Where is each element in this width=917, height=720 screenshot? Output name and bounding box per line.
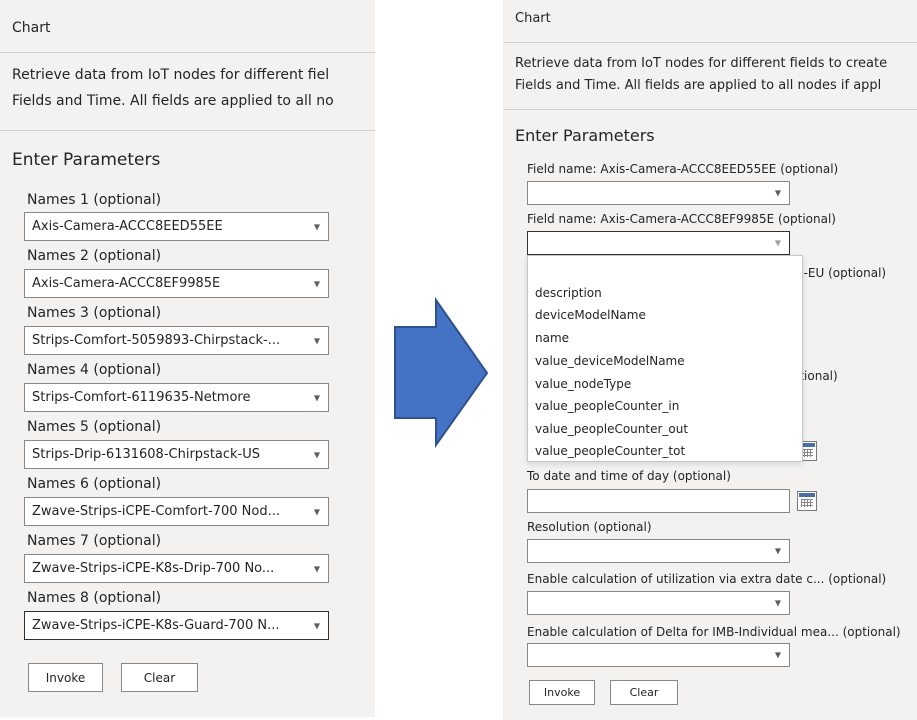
field-name-1-dropdown[interactable]: ▼ — [527, 181, 790, 205]
dropdown-option-value-nodetype[interactable]: value_nodeType — [535, 377, 631, 391]
dropdown-option-value-devicemodelname[interactable]: value_deviceModelName — [535, 354, 685, 368]
field-name-1-label: Field name: Axis-Camera-ACCC8EED55EE (op… — [527, 162, 839, 176]
chevron-down-icon: ▼ — [313, 507, 320, 516]
names-7-value: Zwave-Strips-iCPE-K8s-Drip-700 No... — [32, 561, 275, 576]
chevron-down-icon: ▼ — [774, 598, 781, 608]
dropdown-option-description[interactable]: description — [535, 286, 602, 300]
chevron-down-icon: ▼ — [313, 564, 320, 573]
names-2-label: Names 2 (optional) — [27, 248, 162, 264]
title-separator — [0, 52, 375, 53]
field-name-2-dropdown[interactable]: ▼ — [527, 231, 790, 255]
description-line-1: Retrieve data from IoT nodes for differe… — [515, 56, 888, 71]
dropdown-option-value-peoplecounter-in[interactable]: value_peopleCounter_in — [535, 399, 679, 413]
section-title: Enter Parameters — [12, 150, 161, 170]
resolution-dropdown[interactable]: ▼ — [527, 539, 790, 563]
clear-button[interactable]: Clear — [121, 663, 198, 692]
chevron-down-icon: ▼ — [774, 188, 781, 198]
to-date-input[interactable] — [527, 489, 790, 513]
names-5-dropdown[interactable]: Strips-Drip-6131608-Chirpstack-US ▼ — [24, 440, 329, 469]
names-3-dropdown[interactable]: Strips-Comfort-5059893-Chirpstack-... ▼ — [24, 326, 329, 355]
names-4-value: Strips-Comfort-6119635-Netmore — [32, 390, 251, 405]
names-3-value: Strips-Comfort-5059893-Chirpstack-... — [32, 333, 281, 348]
description-separator — [0, 130, 375, 131]
names-7-label: Names 7 (optional) — [27, 533, 162, 549]
names-8-value: Zwave-Strips-iCPE-K8s-Guard-700 N... — [32, 618, 280, 633]
names-8-dropdown[interactable]: Zwave-Strips-iCPE-K8s-Guard-700 N... ▼ — [24, 611, 329, 640]
panel-title: Chart — [12, 20, 51, 36]
panel-title: Chart — [515, 11, 551, 26]
left-parameter-panel: Chart Retrieve data from IoT nodes for d… — [0, 0, 375, 717]
invoke-button[interactable]: Invoke — [28, 663, 103, 692]
right-parameter-panel: Chart Retrieve data from IoT nodes for d… — [503, 0, 917, 720]
to-date-label: To date and time of day (optional) — [527, 469, 731, 483]
description-line-1: Retrieve data from IoT nodes for differe… — [12, 67, 330, 83]
names-6-value: Zwave-Strips-iCPE-Comfort-700 Nod... — [32, 504, 280, 519]
utilization-dropdown[interactable]: ▼ — [527, 591, 790, 615]
names-6-dropdown[interactable]: Zwave-Strips-iCPE-Comfort-700 Nod... ▼ — [24, 497, 329, 526]
description-separator — [503, 109, 917, 110]
description-line-2: Fields and Time. All fields are applied … — [515, 78, 882, 93]
dropdown-option-devicemodelname[interactable]: deviceModelName — [535, 308, 646, 322]
chevron-down-icon: ▼ — [313, 450, 320, 459]
delta-dropdown[interactable]: ▼ — [527, 643, 790, 667]
names-4-label: Names 4 (optional) — [27, 362, 162, 378]
chevron-down-icon: ▼ — [313, 621, 320, 630]
chevron-down-icon: ▼ — [313, 336, 320, 345]
clear-button[interactable]: Clear — [610, 680, 678, 705]
names-6-label: Names 6 (optional) — [27, 476, 162, 492]
names-2-dropdown[interactable]: Axis-Camera-ACCC8EF9985E ▼ — [24, 269, 329, 298]
resolution-label: Resolution (optional) — [527, 520, 652, 534]
names-4-dropdown[interactable]: Strips-Comfort-6119635-Netmore ▼ — [24, 383, 329, 412]
names-7-dropdown[interactable]: Zwave-Strips-iCPE-K8s-Drip-700 No... ▼ — [24, 554, 329, 583]
dropdown-option-name[interactable]: name — [535, 331, 569, 345]
field-name-2-options-list: description deviceModelName name value_d… — [527, 255, 803, 462]
chevron-down-icon: ▼ — [313, 393, 320, 402]
description-line-2: Fields and Time. All fields are applied … — [12, 93, 334, 109]
dropdown-option-value-peoplecounter-out[interactable]: value_peopleCounter_out — [535, 422, 688, 436]
names-5-label: Names 5 (optional) — [27, 419, 162, 435]
names-1-dropdown[interactable]: Axis-Camera-ACCC8EED55EE ▼ — [24, 212, 329, 241]
title-separator — [503, 42, 917, 43]
field-name-2-label: Field name: Axis-Camera-ACCC8EF9985E (op… — [527, 212, 836, 226]
names-5-value: Strips-Drip-6131608-Chirpstack-US — [32, 447, 261, 462]
chevron-down-icon: ▼ — [774, 546, 781, 556]
names-1-value: Axis-Camera-ACCC8EED55EE — [32, 219, 223, 234]
invoke-button[interactable]: Invoke — [529, 680, 595, 705]
chevron-down-icon: ▼ — [774, 650, 781, 660]
names-3-label: Names 3 (optional) — [27, 305, 162, 321]
chevron-down-icon: ▼ — [313, 279, 320, 288]
delta-label: Enable calculation of Delta for IMB-Indi… — [527, 625, 901, 639]
chevron-down-icon: ▼ — [774, 238, 781, 248]
names-8-label: Names 8 (optional) — [27, 590, 162, 606]
utilization-label: Enable calculation of utilization via ex… — [527, 572, 887, 586]
section-title: Enter Parameters — [515, 126, 655, 145]
names-1-label: Names 1 (optional) — [27, 192, 162, 208]
chevron-down-icon: ▼ — [313, 222, 320, 231]
names-2-value: Axis-Camera-ACCC8EF9985E — [32, 276, 221, 291]
calendar-icon[interactable] — [797, 491, 817, 511]
dropdown-option-value-peoplecounter-tot[interactable]: value_peopleCounter_tot — [535, 444, 685, 458]
